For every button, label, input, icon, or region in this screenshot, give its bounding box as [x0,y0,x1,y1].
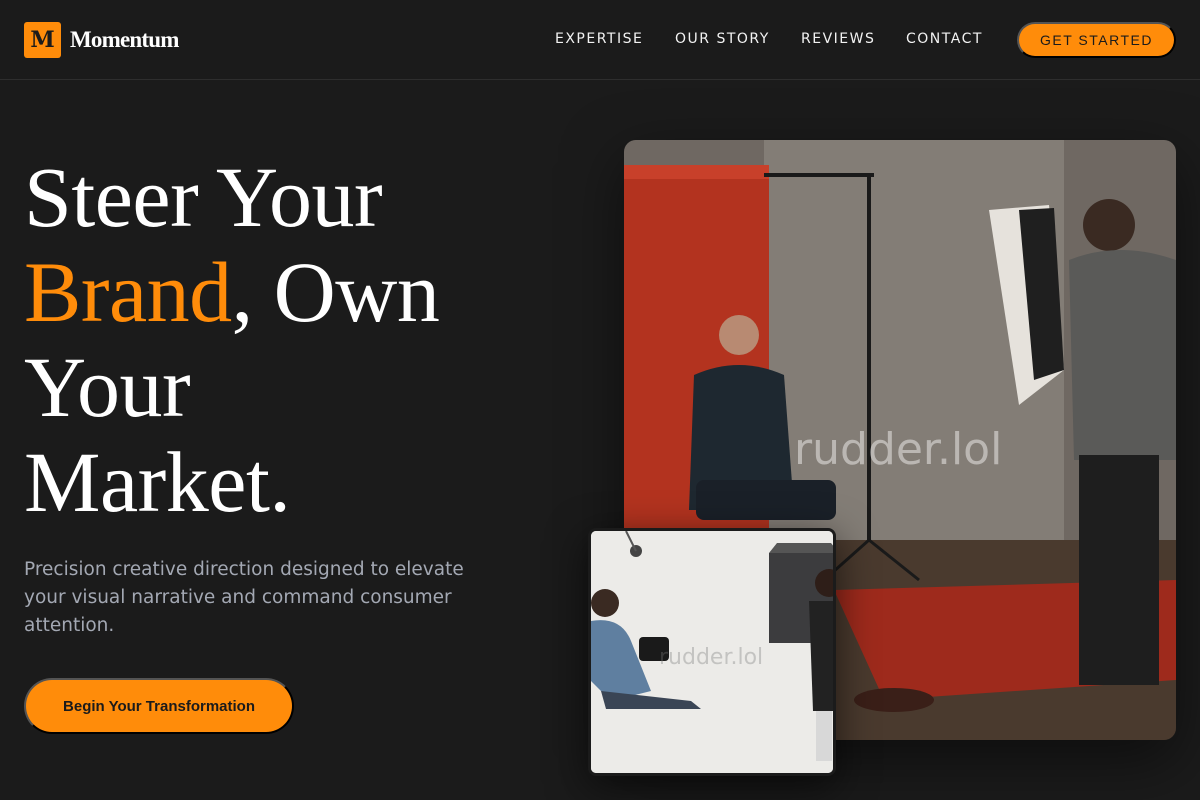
hero-title-line2: , Own [231,244,440,340]
logo-mark-icon: M [24,22,61,58]
logo-text: Momentum [70,27,179,52]
nav-link-reviews[interactable]: REVIEWS [801,31,875,47]
hero-title-line3: Your [24,339,191,435]
nav-link-our-story[interactable]: OUR STORY [675,31,770,47]
secondary-photo-watermark: rudder.lol [659,645,764,670]
logo[interactable]: M Momentum [24,22,179,58]
get-started-button[interactable]: GET STARTED [1017,22,1176,58]
hero-title: Steer Your Brand, Own Your Market. [24,150,544,530]
begin-transformation-button[interactable]: Begin Your Transformation [24,678,294,734]
hero-title-line1: Steer Your [24,149,383,245]
nav-link-contact[interactable]: CONTACT [906,31,983,47]
hero-title-accent-word: Brand [24,244,232,340]
studio-photo-secondary: rudder.lol [588,528,836,776]
main-photo-watermark: rudder.lol [794,424,1003,475]
nav-link-expertise[interactable]: EXPERTISE [555,31,643,47]
hero-title-line4: Market. [24,434,291,530]
hero-subtitle: Precision creative direction designed to… [24,559,464,636]
site-header: M Momentum EXPERTISE OUR STORY REVIEWS C… [0,0,1200,80]
